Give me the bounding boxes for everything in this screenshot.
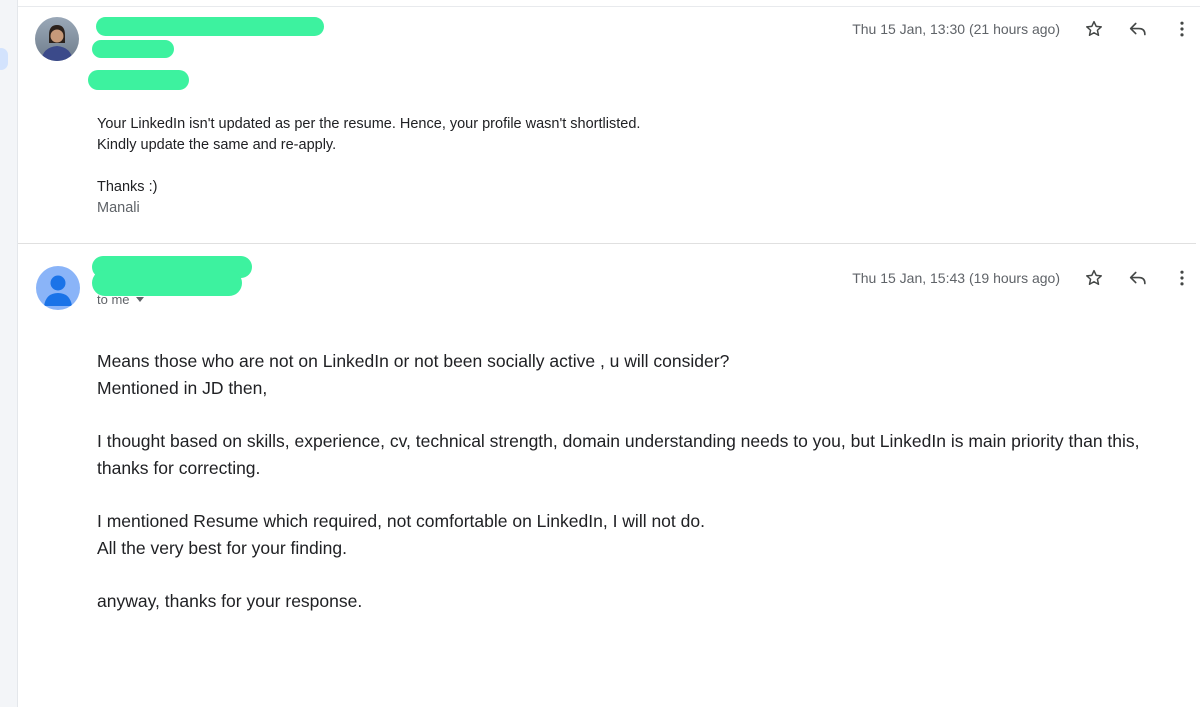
message-body: Your LinkedIn isn't updated as per the r… [97,114,640,219]
body-line: Your LinkedIn isn't updated as per the r… [97,116,641,132]
chevron-down-icon [135,297,144,302]
body-line: Kindly update the same and re-apply. [97,137,337,153]
message-2: to me Thu 15 Jan, 15:43 (19 hours ago) M… [0,244,1200,707]
reply-icon[interactable] [1126,17,1150,41]
email-thread-view: Thu 15 Jan, 13:30 (21 hours ago) Your Li… [0,0,1200,707]
message-meta: Thu 15 Jan, 15:43 (19 hours ago) [852,266,1200,290]
default-person-avatar[interactable] [36,266,80,310]
recipient-label: to me [97,292,130,307]
body-line: All the very best for your finding. [97,538,347,558]
body-line: I thought based on skills, experience, c… [97,431,1140,478]
body-blank-line [97,402,1177,428]
timestamp: Thu 15 Jan, 13:30 (21 hours ago) [852,21,1060,37]
more-vert-icon[interactable] [1170,17,1194,41]
reply-icon[interactable] [1126,266,1150,290]
more-vert-icon[interactable] [1170,266,1194,290]
star-icon[interactable] [1082,266,1106,290]
timestamp: Thu 15 Jan, 15:43 (19 hours ago) [852,270,1060,286]
signature: Manali [97,200,140,216]
body-line: Mentioned in JD then, [97,378,268,398]
body-line: Means those who are not on LinkedIn or n… [97,351,730,371]
redacted-sender-name [96,17,324,36]
star-icon[interactable] [1082,17,1106,41]
message-1: Thu 15 Jan, 13:30 (21 hours ago) Your Li… [0,0,1200,243]
recipient-toggle[interactable]: to me [97,292,144,307]
body-blank-line [97,482,1177,508]
body-line: anyway, thanks for your response. [97,591,363,611]
redacted-recipient [88,70,189,90]
body-blank-line [97,156,640,177]
body-line: I mentioned Resume which required, not c… [97,511,705,531]
body-line: Thanks :) [97,179,158,195]
sender-photo-avatar[interactable] [35,17,79,61]
body-blank-line [97,562,1177,588]
message-body: Means those who are not on LinkedIn or n… [97,348,1177,615]
redacted-sender-email [92,40,174,58]
message-meta: Thu 15 Jan, 13:30 (21 hours ago) [852,17,1200,41]
